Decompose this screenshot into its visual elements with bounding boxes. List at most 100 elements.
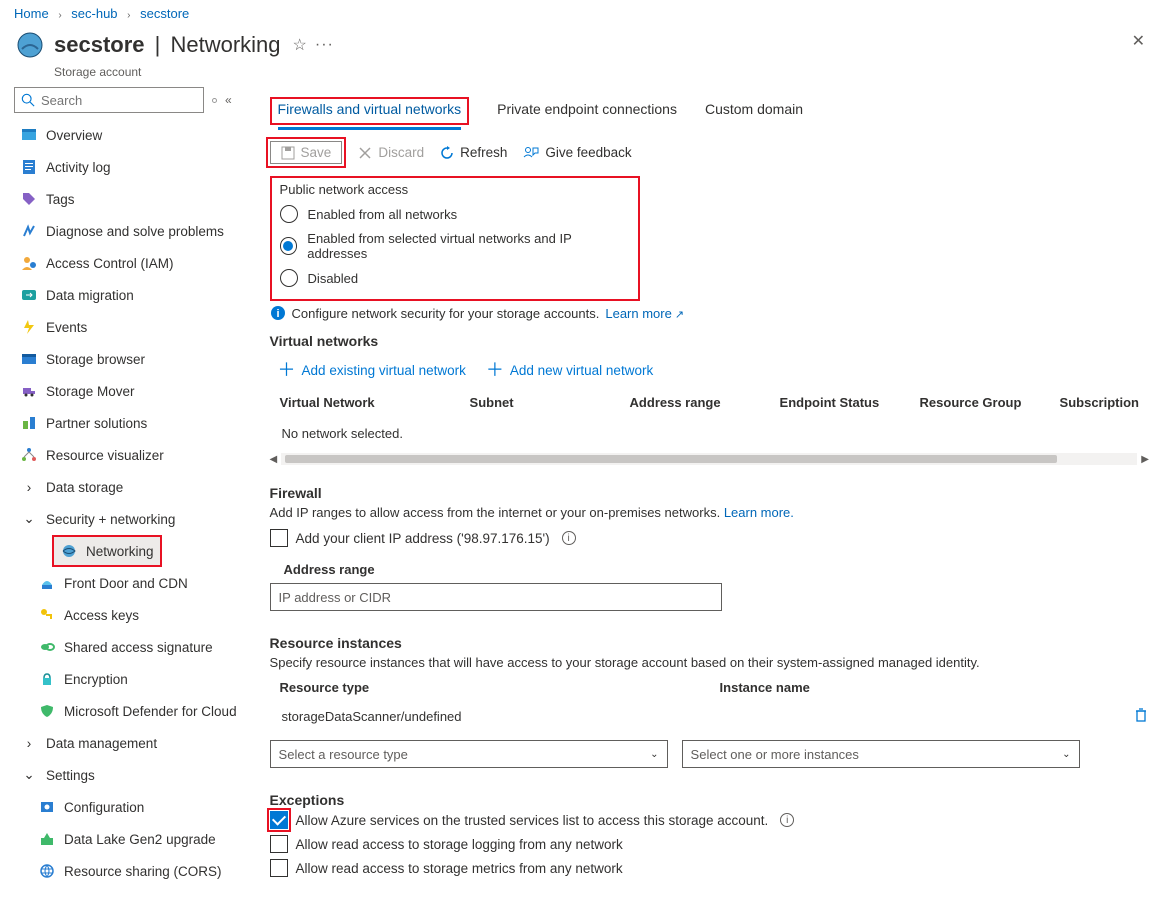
svg-text:i: i (276, 308, 279, 320)
sidebar-item-gen2-upgrade[interactable]: Data Lake Gen2 upgrade (32, 823, 240, 855)
sidebar-item-label: Networking (86, 544, 154, 559)
section-heading-resource-instances: Resource instances (270, 635, 1149, 651)
sidebar-group-data-management[interactable]: ›Data management (14, 727, 240, 759)
sidebar-group-settings[interactable]: ⌄Settings (14, 759, 240, 791)
chevron-right-icon: › (58, 10, 61, 21)
save-button[interactable]: Save (270, 141, 343, 164)
col-address-range: Address range (630, 395, 780, 410)
sidebar-item-sas[interactable]: Shared access signature (32, 631, 240, 663)
discard-button[interactable]: Discard (358, 145, 424, 160)
sidebar-search[interactable] (14, 87, 204, 113)
col-virtual-network: Virtual Network (280, 395, 470, 410)
scroll-left-icon[interactable]: ◀ (270, 454, 278, 465)
section-heading-pna: Public network access (280, 182, 630, 197)
sidebar-item-front-door[interactable]: Front Door and CDN (32, 567, 240, 599)
help-icon[interactable]: i (780, 813, 794, 827)
search-input[interactable] (35, 93, 185, 108)
gen2-icon (38, 831, 56, 847)
save-icon (281, 146, 295, 160)
add-client-ip-checkbox[interactable]: Add your client IP address ('98.97.176.1… (270, 526, 1149, 550)
radio-enabled-all[interactable]: Enabled from all networks (280, 201, 630, 227)
checkbox-label: Allow read access to storage metrics fro… (296, 861, 623, 876)
sidebar-item-iam[interactable]: Access Control (IAM) (14, 247, 240, 279)
sidebar-item-diagnose[interactable]: Diagnose and solve problems (14, 215, 240, 247)
breadcrumb-secstore[interactable]: secstore (140, 6, 189, 21)
sidebar-item-configuration[interactable]: Configuration (32, 791, 240, 823)
exception-metrics-checkbox[interactable]: Allow read access to storage metrics fro… (270, 856, 1149, 880)
sidebar-item-storage-mover[interactable]: Storage Mover (14, 375, 240, 407)
sidebar-item-partner-solutions[interactable]: Partner solutions (14, 407, 240, 439)
resource-type-label: Storage account (40, 65, 1118, 79)
tab-firewalls[interactable]: Firewalls and virtual networks (278, 93, 462, 130)
col-subnet: Subnet (470, 395, 630, 410)
scroll-right-icon[interactable]: ▶ (1141, 454, 1149, 465)
checkbox-label: Allow read access to storage logging fro… (296, 837, 623, 852)
sidebar-item-tags[interactable]: Tags (14, 183, 240, 215)
radio-label: Disabled (308, 271, 359, 286)
tab-private-endpoints[interactable]: Private endpoint connections (497, 93, 677, 127)
sidebar-item-events[interactable]: Events (14, 311, 240, 343)
info-text: Configure network security for your stor… (292, 306, 600, 321)
collapse-sidebar-icon[interactable]: « (225, 93, 232, 107)
instance-name-select[interactable]: Select one or more instances⌄ (682, 740, 1080, 768)
checkbox-label: Allow Azure services on the trusted serv… (296, 813, 769, 828)
diagnose-icon (20, 223, 38, 239)
sidebar-item-storage-browser[interactable]: Storage browser (14, 343, 240, 375)
firewall-description: Add IP ranges to allow access from the i… (270, 505, 1149, 520)
main-content: Firewalls and virtual networks Private e… (240, 87, 1159, 900)
sidebar-item-defender[interactable]: Microsoft Defender for Cloud (32, 695, 240, 727)
address-range-label: Address range (284, 562, 1149, 577)
delete-icon[interactable] (1133, 707, 1149, 726)
sidebar-item-activity-log[interactable]: Activity log (14, 151, 240, 183)
add-new-vnet-button[interactable]: ＋Add new virtual network (486, 361, 653, 379)
checkbox-icon (270, 835, 288, 853)
sidebar-item-label: Overview (46, 128, 102, 143)
chevron-right-icon: › (20, 736, 38, 751)
resource-type-select[interactable]: Select a resource type⌄ (270, 740, 668, 768)
sidebar-item-cors[interactable]: Resource sharing (CORS) (32, 855, 240, 887)
more-actions-icon[interactable]: ··· (315, 36, 334, 54)
vnet-table-empty: No network selected. (270, 420, 1149, 447)
search-icon (21, 93, 35, 107)
radio-enabled-selected[interactable]: Enabled from selected virtual networks a… (280, 227, 630, 265)
learn-more-link[interactable]: Learn more (605, 306, 684, 321)
chevron-right-icon: › (20, 480, 38, 495)
tab-custom-domain[interactable]: Custom domain (705, 93, 803, 127)
radio-label: Enabled from all networks (308, 207, 458, 222)
lock-icon (38, 671, 56, 687)
radio-icon (280, 205, 298, 223)
section-heading-vnets: Virtual networks (270, 333, 1149, 349)
refresh-icon (440, 146, 454, 160)
sidebar-group-data-storage[interactable]: ›Data storage (14, 471, 240, 503)
ri-table-row: storageDataScanner/undefined (270, 701, 474, 732)
col-subscription: Subscription (1060, 395, 1139, 410)
sidebar-item-encryption[interactable]: Encryption (32, 663, 240, 695)
horizontal-scrollbar[interactable]: ◀ ▶ (270, 453, 1149, 465)
page-title: secstore | Networking (54, 32, 281, 58)
breadcrumb-sec-hub[interactable]: sec-hub (71, 6, 117, 21)
feedback-button[interactable]: Give feedback (523, 145, 631, 160)
sidebar-item-data-migration[interactable]: Data migration (14, 279, 240, 311)
favorite-star-icon[interactable]: ☆ (293, 35, 307, 55)
sidebar-group-security-networking[interactable]: ⌄Security + networking (14, 503, 240, 535)
firewall-learn-more-link[interactable]: Learn more. (724, 505, 794, 520)
col-instance-name: Instance name (720, 680, 810, 695)
breadcrumb-home[interactable]: Home (14, 6, 49, 21)
chevron-down-icon: ⌄ (650, 749, 658, 760)
sidebar-item-label: Resource visualizer (46, 448, 164, 463)
add-existing-vnet-button[interactable]: ＋Add existing virtual network (278, 361, 466, 379)
col-resource-type: Resource type (280, 680, 720, 695)
radio-disabled[interactable]: Disabled (280, 265, 630, 291)
close-icon[interactable]: ✕ (1118, 25, 1159, 57)
exception-trusted-services-checkbox[interactable]: Allow Azure services on the trusted serv… (270, 808, 1149, 832)
sidebar-item-overview[interactable]: Overview (14, 119, 240, 151)
exception-logging-checkbox[interactable]: Allow read access to storage logging fro… (270, 832, 1149, 856)
sidebar-item-label: Events (46, 320, 87, 335)
sidebar-item-networking[interactable]: Networking (52, 535, 162, 567)
help-icon[interactable]: i (562, 531, 576, 545)
refresh-button[interactable]: Refresh (440, 145, 507, 160)
sidebar-item-access-keys[interactable]: Access keys (32, 599, 240, 631)
address-range-input[interactable] (270, 583, 722, 611)
info-banner: i Configure network security for your st… (270, 305, 1149, 321)
sidebar-item-resource-visualizer[interactable]: Resource visualizer (14, 439, 240, 471)
